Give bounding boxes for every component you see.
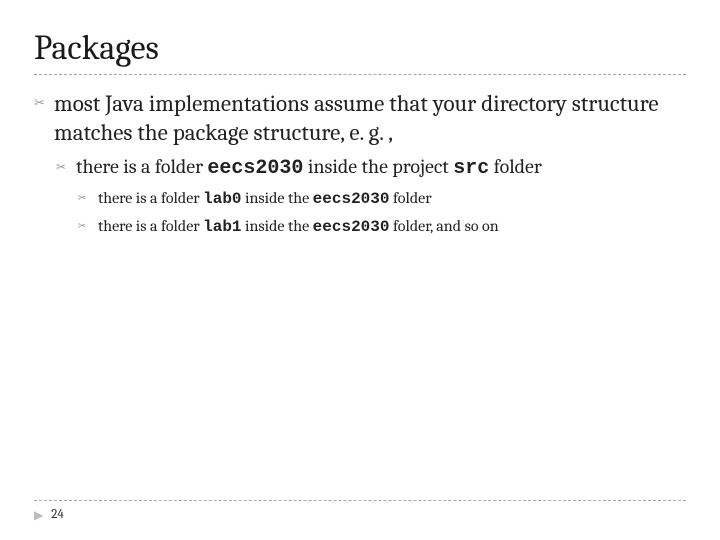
bullet-text: there is a folder eecs2030 inside the pr…	[76, 154, 542, 182]
title-divider	[34, 74, 686, 75]
bullet-icon: ✂	[34, 97, 48, 110]
text-segment: folder	[489, 155, 542, 178]
bullet-text: there is a folder lab1 inside the eecs20…	[98, 216, 499, 239]
bullet-level2: ✂ there is a folder eecs2030 inside the …	[56, 154, 686, 182]
text-segment: there is a folder	[76, 155, 207, 178]
slide: Packages ✂ most Java implementations ass…	[0, 0, 720, 540]
code-text: lab0	[203, 190, 241, 208]
bullet-level3: ✂ there is a folder lab0 inside the eecs…	[78, 188, 686, 211]
text-segment: there is a folder	[98, 189, 203, 207]
bullet-text: most Java implementations assume that yo…	[54, 89, 686, 148]
bullet-icon: ✂	[78, 221, 92, 231]
nav-arrow-icon: ▶	[34, 508, 43, 522]
footer-row: ▶ 24	[34, 507, 686, 522]
text-segment: folder	[389, 189, 431, 207]
code-text: lab1	[203, 218, 241, 236]
bullet-icon: ✂	[78, 193, 92, 203]
bullet-text: there is a folder lab0 inside the eecs20…	[98, 188, 432, 211]
text-segment: inside the	[242, 189, 313, 207]
slide-title: Packages	[34, 28, 686, 68]
page-number: 24	[51, 507, 64, 522]
code-text: eecs2030	[313, 190, 390, 208]
text-segment: inside the project	[303, 155, 453, 178]
bullet-icon: ✂	[56, 161, 70, 173]
footer-divider	[34, 500, 686, 501]
text-segment: folder, and so on	[389, 217, 498, 235]
text-segment: inside the	[242, 217, 313, 235]
code-text: eecs2030	[313, 218, 390, 236]
code-text: eecs2030	[207, 157, 303, 180]
bullet-level1: ✂ most Java implementations assume that …	[34, 89, 686, 148]
text-segment: there is a folder	[98, 217, 203, 235]
slide-footer: ▶ 24	[34, 500, 686, 522]
code-text: src	[453, 157, 489, 180]
bullet-level3: ✂ there is a folder lab1 inside the eecs…	[78, 216, 686, 239]
